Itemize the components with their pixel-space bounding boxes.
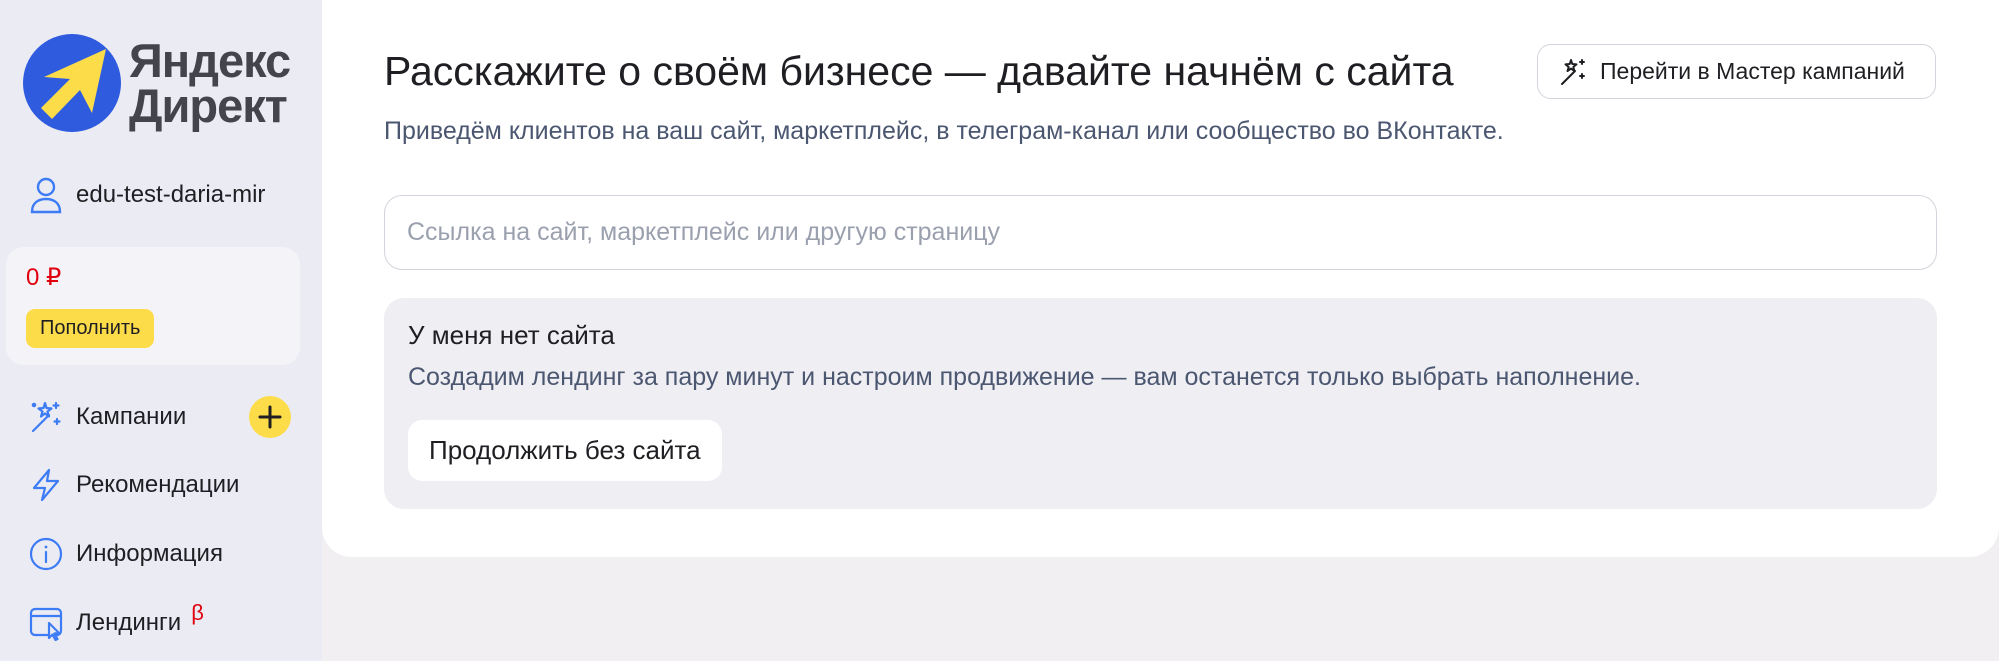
campaign-master-button[interactable]: Перейти в Мастер кампаний	[1537, 44, 1936, 99]
site-url-input[interactable]	[384, 195, 1937, 270]
no-site-description: Создадим лендинг за пару минут и настрои…	[408, 363, 1641, 391]
page-title: Расскажите о своём бизнесе — давайте нач…	[384, 48, 1454, 94]
main-panel: Расскажите о своём бизнесе — давайте нач…	[322, 0, 1999, 557]
info-icon	[29, 537, 63, 571]
sidebar-item-landings-label: Лендинги	[76, 609, 182, 636]
user-icon	[30, 177, 62, 214]
beta-badge: β	[191, 600, 204, 625]
sidebar-item-recommendations[interactable]: Рекомендации	[28, 467, 239, 503]
balance-card: 0 ₽ Пополнить	[6, 247, 300, 365]
sidebar-item-landings[interactable]: Лендинги β	[28, 600, 204, 641]
topup-button[interactable]: Пополнить	[26, 309, 155, 348]
logo-text: Яндекс Директ	[129, 34, 291, 132]
sidebar-item-recommendations-label: Рекомендации	[76, 471, 240, 498]
campaign-master-button-label: Перейти в Мастер кампаний	[1600, 58, 1905, 84]
yandex-direct-logo[interactable]: Яндекс Директ	[22, 33, 291, 133]
magic-wand-icon	[1561, 58, 1585, 85]
landing-page-icon	[29, 607, 63, 641]
sidebar-item-campaigns-label: Кампании	[76, 403, 187, 430]
sidebar-item-campaigns[interactable]: Кампании	[28, 399, 186, 435]
add-campaign-button[interactable]	[249, 396, 291, 438]
page-subtitle: Приведём клиентов на ваш сайт, маркетпле…	[384, 117, 1504, 145]
magic-wand-icon	[31, 401, 61, 433]
lightning-icon	[32, 468, 60, 502]
no-site-card: У меня нет сайта Создадим лендинг за пар…	[384, 298, 1937, 509]
sidebar-item-information[interactable]: Информация	[28, 536, 223, 572]
user-login: edu-test-daria-mir	[76, 181, 266, 208]
logo-text-line2: Директ	[129, 79, 288, 132]
logo-text-line1: Яндекс	[129, 34, 291, 87]
no-site-title: У меня нет сайта	[408, 320, 615, 350]
sidebar-item-information-label: Информация	[76, 540, 223, 567]
user-account[interactable]: edu-test-daria-mir	[28, 175, 265, 215]
plus-icon	[258, 405, 282, 429]
continue-without-site-button[interactable]: Продолжить без сайта	[408, 420, 722, 481]
logo-mark-icon	[23, 34, 121, 132]
balance-amount: 0 ₽	[26, 264, 62, 291]
sidebar: Яндекс Директ edu-test-daria-mir 0 ₽ Поп…	[0, 0, 322, 661]
